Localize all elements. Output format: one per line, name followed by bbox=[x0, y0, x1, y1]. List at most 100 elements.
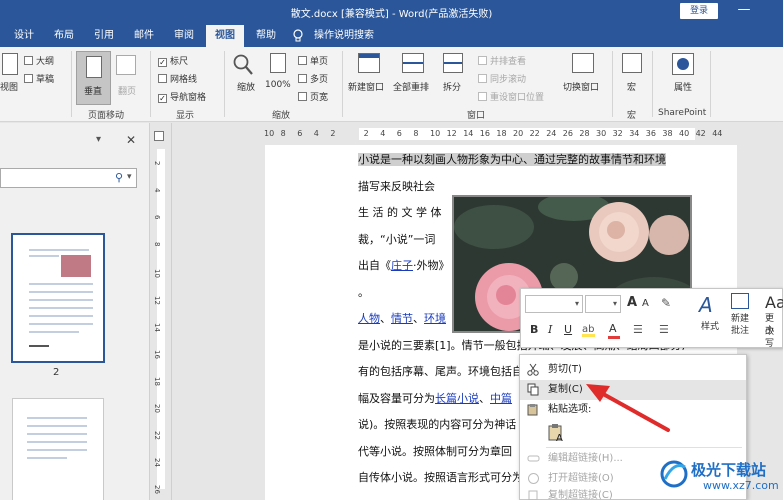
hundred-percent-icon bbox=[270, 53, 286, 73]
document-line[interactable]: 代等小说。按照体制可分为章回 bbox=[358, 440, 512, 464]
document-line[interactable]: 人物、情节、环境 bbox=[358, 307, 446, 331]
one-page-button[interactable]: 单页 bbox=[298, 54, 328, 67]
search-icon[interactable]: ⚲ bbox=[115, 171, 123, 184]
login-button[interactable]: 登录 bbox=[680, 3, 718, 19]
hyperlink[interactable]: 庄子 bbox=[391, 259, 413, 272]
zoom-button[interactable]: 缩放 bbox=[237, 80, 255, 93]
ruler-tick-label: 10 bbox=[430, 129, 441, 138]
italic-button[interactable]: I bbox=[548, 323, 552, 336]
tab-help[interactable]: 帮助 bbox=[246, 25, 286, 47]
ruler-tick-label: 16 bbox=[479, 129, 490, 138]
side-by-side-label: 并排查看 bbox=[490, 57, 527, 67]
text-run: 描写来反映社会 bbox=[358, 179, 435, 193]
zoom-icon bbox=[232, 53, 254, 80]
thumb-line bbox=[29, 299, 93, 301]
switch-windows-button[interactable]: 切换窗口 bbox=[563, 80, 599, 93]
tab-review[interactable]: 审阅 bbox=[164, 25, 204, 47]
document-line[interactable]: 自传体小说。按照语言形式可分为 bbox=[358, 466, 523, 490]
search-options-caret[interactable]: ▾ bbox=[127, 172, 132, 182]
bullets-icon[interactable]: ☰ bbox=[633, 323, 643, 336]
document-line[interactable]: 裁，“小说”一词 bbox=[358, 228, 435, 252]
tell-me-search[interactable]: 操作说明搜索 bbox=[306, 25, 382, 47]
page-width-icon bbox=[298, 92, 307, 101]
page-thumbnail-2[interactable] bbox=[11, 233, 105, 363]
hyperlink[interactable]: 情节 bbox=[391, 312, 413, 325]
page-thumbnail-3[interactable] bbox=[12, 398, 104, 500]
styles-label[interactable]: 样式 bbox=[701, 319, 719, 332]
read-mode-label[interactable]: 视图 bbox=[0, 80, 18, 93]
page-width-button[interactable]: 页宽 bbox=[298, 90, 328, 103]
hyperlink[interactable]: 环境 bbox=[424, 312, 446, 325]
svg-text:A: A bbox=[556, 433, 563, 443]
close-icon[interactable]: ✕ bbox=[126, 133, 136, 147]
draft-button[interactable]: 草稿 bbox=[24, 72, 54, 85]
document-line[interactable]: 说)。按照表现的内容可分为神话 bbox=[358, 413, 516, 437]
underline-button[interactable]: U bbox=[564, 323, 572, 336]
hyperlink[interactable]: 人物 bbox=[358, 312, 380, 325]
sync-scroll-button[interactable]: 同步滚动 bbox=[478, 72, 526, 85]
styles-icon[interactable]: A bbox=[699, 293, 713, 317]
document-line[interactable]: 生 活 的 文 学 体 bbox=[358, 201, 441, 225]
copy-link-icon bbox=[527, 489, 540, 500]
document-line[interactable]: 小说是一种以刻画人物形象为中心、通过完整的故事情节和环境 bbox=[358, 148, 666, 172]
document-line[interactable]: 幅及容量可分为长篇小说、中篇 bbox=[358, 387, 512, 411]
checkbox-empty-icon bbox=[158, 74, 167, 83]
font-name-select[interactable]: ▾ bbox=[525, 295, 583, 313]
document-line[interactable]: 描写来反映社会 bbox=[358, 175, 435, 199]
font-color-button[interactable]: A bbox=[608, 322, 620, 339]
outline-button[interactable]: 大纲 bbox=[24, 54, 54, 67]
highlight-icon[interactable]: ab bbox=[582, 322, 596, 337]
side-to-side-button[interactable]: 翻页 bbox=[118, 84, 136, 97]
change-case-icon[interactable]: Aa bbox=[765, 293, 783, 312]
tab-design[interactable]: 设计 bbox=[4, 25, 44, 47]
nav-search-input[interactable]: ⚲ ▾ bbox=[0, 168, 137, 188]
macros-button[interactable]: 宏 bbox=[627, 80, 636, 93]
font-size-select[interactable]: ▾ bbox=[585, 295, 621, 313]
chevron-down-icon[interactable]: ▾ bbox=[575, 299, 579, 308]
tab-layout[interactable]: 布局 bbox=[44, 25, 84, 47]
page-number-label: 2 bbox=[53, 367, 60, 378]
window-title: 散文.docx [兼容模式] - Word(产品激活失败) bbox=[290, 9, 493, 20]
menu-item-cut[interactable]: 剪切(T) bbox=[520, 360, 746, 380]
text-run: 幅及容量可分为 bbox=[358, 391, 435, 405]
tab-selector-icon[interactable] bbox=[154, 131, 164, 141]
ruler-tick-label: 6 bbox=[153, 215, 161, 220]
new-window-button[interactable]: 新建窗口 bbox=[348, 80, 384, 93]
ruler-checkbox[interactable]: ✓ 标尺 bbox=[158, 54, 188, 67]
properties-button[interactable]: 属性 bbox=[674, 80, 692, 93]
change-case-label-2[interactable]: 小写 bbox=[765, 323, 782, 349]
multiple-pages-button[interactable]: 多页 bbox=[298, 72, 328, 85]
divider bbox=[150, 51, 151, 117]
document-line[interactable]: 有的包括序幕、尾声。环境包括自 bbox=[358, 360, 523, 384]
hyperlink[interactable]: 中篇 bbox=[490, 392, 512, 405]
tab-view[interactable]: 视图 bbox=[206, 25, 244, 47]
chevron-down-icon[interactable]: ▾ bbox=[613, 299, 617, 308]
new-comment-icon[interactable] bbox=[731, 293, 749, 309]
tab-references[interactable]: 引用 bbox=[84, 25, 124, 47]
arrange-all-button[interactable]: 全部重排 bbox=[393, 80, 429, 93]
title-strip bbox=[359, 54, 379, 58]
ribbon: 视图 大纲 草稿 垂直 翻页 页面移动 ✓ 标尺 网格线 ✓ 导航窗格 显示 缩放 … bbox=[0, 47, 783, 122]
hyperlink[interactable]: 长篇小说 bbox=[435, 392, 479, 405]
vertical-button[interactable]: 垂直 bbox=[76, 51, 111, 105]
vertical-ruler: 2 4 6 8 10 12 14 16 18 20 22 24 26 bbox=[150, 123, 172, 500]
gridlines-checkbox[interactable]: 网格线 bbox=[158, 72, 197, 85]
thumb-line bbox=[27, 417, 87, 419]
minimize-button[interactable]: — bbox=[736, 2, 752, 20]
view-side-by-side-button[interactable]: 并排查看 bbox=[478, 54, 526, 67]
reset-window-position-button[interactable]: 重设窗口位置 bbox=[478, 90, 544, 103]
split-button[interactable]: 拆分 bbox=[443, 80, 461, 93]
mini-toolbar: ▾ ▾ A A ✎ A 样式 新建 批注 Aa 更改 小写 B I U ab A… bbox=[520, 288, 783, 349]
tab-mailings[interactable]: 邮件 bbox=[124, 25, 164, 47]
new-comment-label-2[interactable]: 批注 bbox=[731, 323, 749, 336]
format-painter-icon[interactable]: ✎ bbox=[661, 296, 671, 310]
hundred-percent-button[interactable]: 100% bbox=[265, 80, 291, 90]
bold-button[interactable]: B bbox=[530, 323, 538, 336]
document-line[interactable]: 。 bbox=[358, 281, 369, 305]
shrink-font-icon[interactable]: A bbox=[642, 298, 649, 309]
grow-font-icon[interactable]: A bbox=[627, 295, 637, 310]
nav-options-dropdown[interactable]: ▾ bbox=[96, 134, 101, 145]
numbering-icon[interactable]: ☰ bbox=[659, 323, 669, 336]
nav-pane-checkbox[interactable]: ✓ 导航窗格 bbox=[158, 90, 206, 103]
document-line[interactable]: 出自《庄子·外物》 bbox=[358, 254, 450, 278]
